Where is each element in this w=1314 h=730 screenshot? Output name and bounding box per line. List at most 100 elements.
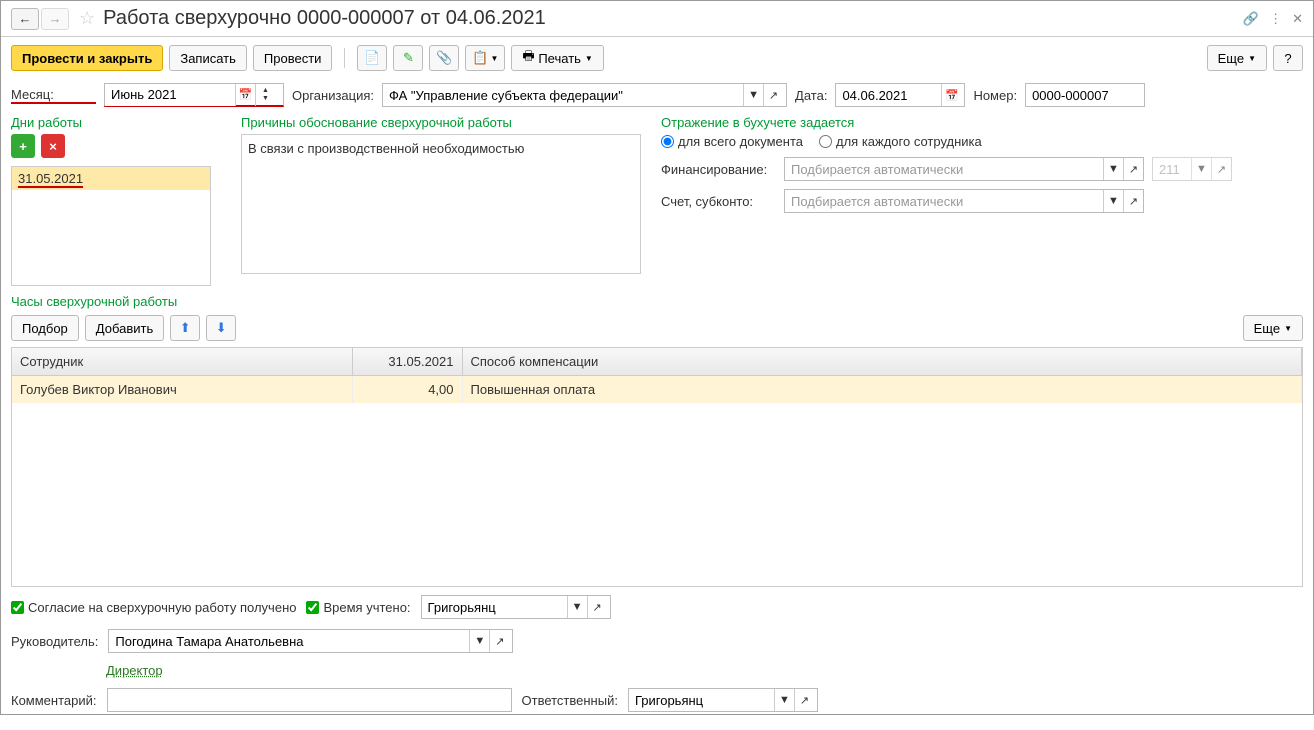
pencil-icon: ✎: [403, 50, 414, 66]
calendar-icon[interactable]: 📅: [235, 84, 255, 106]
hours-table[interactable]: Сотрудник 31.05.2021 Способ компенсации …: [11, 347, 1303, 587]
col-employee[interactable]: Сотрудник: [12, 348, 352, 376]
responsible-input[interactable]: [629, 689, 774, 711]
org-dropdown-icon[interactable]: ▼: [743, 84, 763, 106]
month-spinner[interactable]: ▲▼: [255, 84, 275, 106]
responsible-combo[interactable]: ▼ ↗: [628, 688, 818, 712]
responsible-dropdown[interactable]: ▼: [774, 689, 794, 711]
document-icon-button[interactable]: 📄: [357, 45, 387, 71]
date-calendar-icon[interactable]: 📅: [941, 84, 961, 106]
pick-button[interactable]: Подбор: [11, 315, 79, 341]
col-date[interactable]: 31.05.2021: [352, 348, 462, 376]
time-logged-input[interactable]: [422, 596, 567, 618]
cell-hours[interactable]: 4,00: [352, 376, 462, 404]
radio-each-employee[interactable]: для каждого сотрудника: [819, 134, 982, 149]
month-label: Месяц:: [11, 87, 96, 104]
financing-dropdown-icon[interactable]: ▼: [1103, 158, 1123, 180]
org-input[interactable]: [383, 84, 743, 106]
add-day-button[interactable]: +: [11, 134, 35, 158]
account-dropdown-icon[interactable]: ▼: [1103, 190, 1123, 212]
manager-input[interactable]: [109, 630, 469, 652]
financing-input[interactable]: [785, 158, 1103, 180]
account-open-icon[interactable]: ↗: [1123, 190, 1143, 212]
org-label: Организация:: [292, 88, 374, 103]
org-input-combo[interactable]: ▼ ↗: [382, 83, 787, 107]
time-logged-open[interactable]: ↗: [587, 596, 607, 618]
responsible-label: Ответственный:: [522, 693, 618, 708]
time-logged-combo[interactable]: ▼ ↗: [421, 595, 611, 619]
days-list[interactable]: 31.05.2021: [11, 166, 211, 286]
arrow-up-icon: ⬆: [180, 320, 191, 336]
kebab-icon[interactable]: ⋮: [1269, 11, 1282, 27]
paperclip-icon: 📎: [436, 50, 452, 66]
day-item[interactable]: 31.05.2021: [12, 167, 210, 190]
cell-compensation[interactable]: Повышенная оплата: [462, 376, 1302, 404]
radio-all-document[interactable]: для всего документа: [661, 134, 803, 149]
comment-label: Комментарий:: [11, 693, 97, 708]
link-icon[interactable]: 🔗: [1243, 11, 1259, 27]
manager-open[interactable]: ↗: [489, 630, 509, 652]
manager-label: Руководитель:: [11, 634, 98, 649]
time-logged-dropdown[interactable]: ▼: [567, 596, 587, 618]
number-label: Номер:: [973, 88, 1017, 103]
nav-forward-button[interactable]: →: [41, 8, 69, 30]
favorite-icon[interactable]: ☆: [79, 8, 95, 29]
print-button[interactable]: 🖶 Печать▼: [511, 45, 603, 71]
save-button[interactable]: Записать: [169, 45, 247, 71]
add-row-button[interactable]: Добавить: [85, 315, 164, 341]
edit-icon-button[interactable]: ✎: [393, 45, 423, 71]
arrow-down-icon: ⬇: [216, 320, 227, 336]
page-title: Работа сверхурочно 0000-000007 от 04.06.…: [103, 7, 546, 30]
consent-checkbox[interactable]: Согласие на сверхурочную работу получено: [11, 600, 296, 615]
more-actions-button[interactable]: 📋▼: [465, 45, 505, 71]
account-code-combo[interactable]: ▼ ↗: [1152, 157, 1232, 181]
post-button[interactable]: Провести: [253, 45, 333, 71]
table-header-row: Сотрудник 31.05.2021 Способ компенсации: [12, 348, 1302, 376]
account-code-input[interactable]: [1153, 158, 1191, 180]
separator: [344, 48, 345, 68]
comment-combo[interactable]: [107, 688, 512, 712]
attach-icon-button[interactable]: 📎: [429, 45, 459, 71]
help-button[interactable]: ?: [1273, 45, 1303, 71]
reasons-title: Причины обоснование сверхурочной работы: [241, 115, 641, 130]
financing-label: Финансирование:: [661, 162, 776, 177]
date-label: Дата:: [795, 88, 827, 103]
date-input[interactable]: [836, 84, 941, 106]
manager-combo[interactable]: ▼ ↗: [108, 629, 513, 653]
number-input-combo[interactable]: [1025, 83, 1145, 107]
col-compensation[interactable]: Способ компенсации: [462, 348, 1302, 376]
financing-open-icon[interactable]: ↗: [1123, 158, 1143, 180]
delete-day-button[interactable]: ×: [41, 134, 65, 158]
month-input-combo[interactable]: 📅 ▲▼: [104, 83, 284, 107]
reasons-textarea[interactable]: В связи с производственной необходимость…: [241, 134, 641, 274]
manager-dropdown[interactable]: ▼: [469, 630, 489, 652]
account-input[interactable]: [785, 190, 1103, 212]
position-link[interactable]: Директор: [106, 663, 163, 678]
account-input-combo[interactable]: ▼ ↗: [784, 189, 1144, 213]
accounting-title: Отражение в бухучете задается: [661, 115, 1303, 130]
responsible-open[interactable]: ↗: [794, 689, 814, 711]
time-logged-checkbox[interactable]: Время учтено:: [306, 600, 410, 615]
financing-input-combo[interactable]: ▼ ↗: [784, 157, 1144, 181]
close-icon[interactable]: ✕: [1292, 11, 1303, 27]
account-code-open[interactable]: ↗: [1211, 158, 1231, 180]
number-input[interactable]: [1026, 84, 1141, 106]
days-title: Дни работы: [11, 115, 221, 130]
post-and-close-button[interactable]: Провести и закрыть: [11, 45, 163, 71]
account-label: Счет, субконто:: [661, 194, 776, 209]
nav-back-button[interactable]: ←: [11, 8, 39, 30]
move-down-button[interactable]: ⬇: [206, 315, 236, 341]
table-row[interactable]: Голубев Виктор Иванович 4,00 Повышенная …: [12, 376, 1302, 404]
hours-title: Часы сверхурочной работы: [11, 294, 177, 309]
account-code-dropdown[interactable]: ▼: [1191, 158, 1211, 180]
move-up-button[interactable]: ⬆: [170, 315, 200, 341]
cell-employee[interactable]: Голубев Виктор Иванович: [12, 376, 352, 404]
sheet-icon: 📋: [472, 50, 488, 66]
comment-input[interactable]: [108, 689, 508, 711]
document-icon: 📄: [364, 50, 380, 66]
more-button[interactable]: Еще▼: [1207, 45, 1267, 71]
month-input[interactable]: [105, 84, 235, 106]
org-open-icon[interactable]: ↗: [763, 84, 783, 106]
hours-more-button[interactable]: Еще▼: [1243, 315, 1303, 341]
date-input-combo[interactable]: 📅: [835, 83, 965, 107]
